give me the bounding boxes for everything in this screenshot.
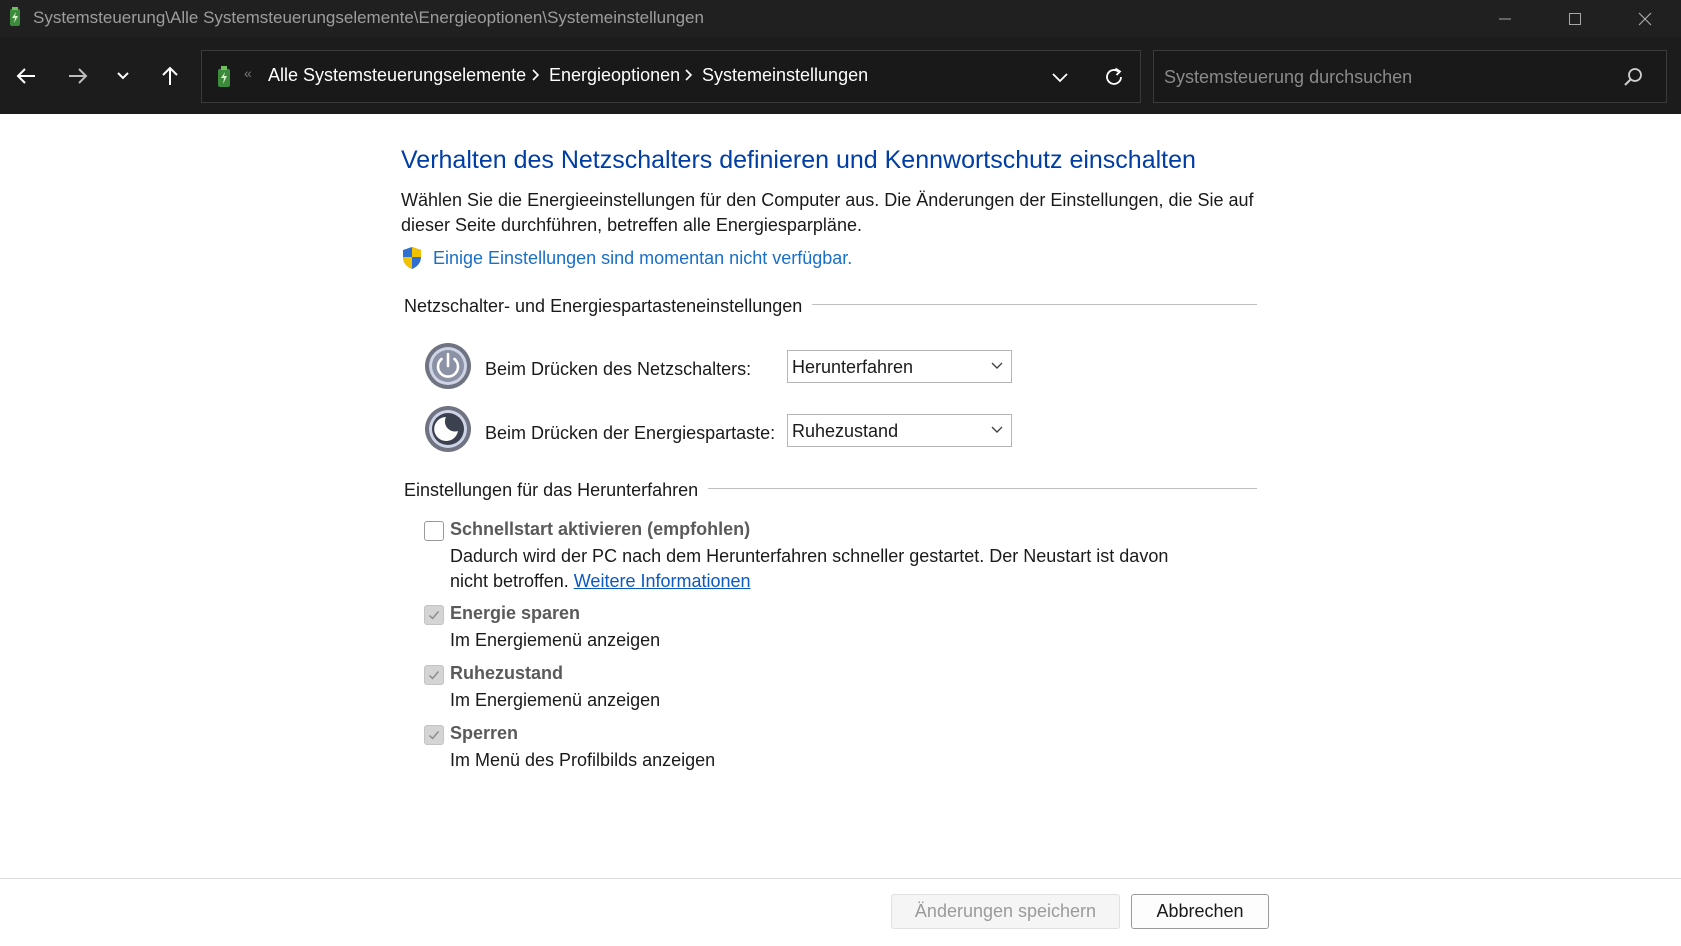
forward-button[interactable]: [59, 57, 97, 95]
app-icon: [10, 7, 20, 26]
footer-divider: [0, 878, 1681, 879]
fast-startup-description-text: Dadurch wird der PC nach dem Herunterfah…: [450, 546, 1169, 591]
power-button-label: Beim Drücken des Netzschalters:: [485, 359, 752, 379]
sleep-icon: [425, 406, 471, 452]
maximize-icon: [1569, 12, 1581, 25]
more-information-link[interactable]: Weitere Informationen: [574, 571, 751, 591]
sleep-menu-description: Im Energiemenü anzeigen: [450, 630, 661, 650]
breadcrumb-all-items[interactable]: Alle Systemsteuerungselemente: [268, 65, 526, 86]
chevron-down-icon: [991, 362, 1003, 369]
sleep-menu-checkbox[interactable]: [424, 605, 444, 625]
checkmark-icon: [429, 611, 440, 620]
hibernate-menu-label: Ruhezustand: [450, 663, 564, 683]
address-history-dropdown[interactable]: [1045, 63, 1075, 91]
chevron-down-icon: [991, 426, 1003, 433]
maximize-button[interactable]: [1540, 0, 1610, 37]
power-icon: [425, 343, 471, 389]
control-panel-icon: [218, 66, 230, 87]
close-button[interactable]: [1610, 0, 1680, 37]
unavailable-settings-link[interactable]: Einige Einstellungen sind momentan nicht…: [433, 248, 852, 269]
checkmark-icon: [429, 731, 440, 740]
chevron-down-icon: [117, 72, 129, 80]
fast-startup-checkbox[interactable]: [424, 521, 444, 541]
refresh-icon: [1106, 67, 1122, 85]
lock-menu-checkbox[interactable]: [424, 725, 444, 745]
search-icon[interactable]: [1621, 65, 1645, 89]
lock-menu-description: Im Menü des Profilbilds anzeigen: [450, 750, 716, 770]
navigation-bar: « Alle Systemsteuerungselemente Energieo…: [0, 37, 1681, 114]
sleep-button-action-value: Ruhezustand: [792, 421, 899, 441]
cancel-button[interactable]: Abbrechen: [1131, 894, 1269, 929]
minimize-button[interactable]: [1470, 0, 1540, 37]
close-icon: [1638, 12, 1652, 25]
main-content: Verhalten des Netzschalters definieren u…: [0, 114, 1681, 946]
page-title: Verhalten des Netzschalters definieren u…: [401, 146, 1196, 174]
breadcrumb-system-settings[interactable]: Systemeinstellungen: [702, 65, 868, 86]
address-bar[interactable]: « Alle Systemsteuerungselemente Energieo…: [201, 50, 1141, 103]
back-arrow-icon: [16, 68, 35, 84]
hibernate-menu-checkbox[interactable]: [424, 665, 444, 685]
up-arrow-icon: [162, 66, 178, 85]
power-button-action-select[interactable]: Herunterfahren: [787, 350, 1012, 383]
recent-locations-button[interactable]: [104, 57, 142, 95]
page-description: Wählen Sie die Energieeinstellungen für …: [401, 190, 1254, 235]
breadcrumb-separator-icon[interactable]: [683, 68, 693, 82]
back-button[interactable]: [7, 57, 45, 95]
section-title-power-buttons: Netzschalter- und Energiespartasteneinst…: [404, 296, 813, 317]
uac-shield-icon: [403, 247, 421, 269]
lock-menu-label: Sperren: [450, 723, 519, 743]
section-title-shutdown: Einstellungen für das Herunterfahren: [404, 480, 709, 501]
checkmark-icon: [429, 671, 440, 680]
power-button-action-value: Herunterfahren: [792, 357, 914, 377]
title-bar: Systemsteuerung\Alle Systemsteuerungsele…: [0, 0, 1681, 37]
breadcrumb-separator-icon[interactable]: [530, 68, 540, 82]
search-input[interactable]: [1164, 63, 1604, 91]
forward-arrow-icon: [69, 68, 88, 84]
fast-startup-description: Dadurch wird der PC nach dem Herunterfah…: [450, 544, 1210, 594]
minimize-icon: [1499, 18, 1511, 19]
breadcrumb-power-options[interactable]: Energieoptionen: [549, 65, 680, 86]
window-title: Systemsteuerung\Alle Systemsteuerungsele…: [33, 8, 704, 27]
save-changes-button[interactable]: Änderungen speichern: [891, 894, 1120, 929]
chevron-down-icon: [1052, 72, 1068, 82]
sleep-button-label: Beim Drücken der Energiespartaste:: [485, 423, 776, 443]
search-box[interactable]: [1153, 50, 1667, 103]
overflow-chevron-icon[interactable]: «: [244, 65, 252, 81]
up-button[interactable]: [151, 57, 189, 95]
refresh-button[interactable]: [1099, 63, 1129, 91]
fast-startup-label: Schnellstart aktivieren (empfohlen): [450, 519, 751, 539]
hibernate-menu-description: Im Energiemenü anzeigen: [450, 690, 661, 710]
sleep-menu-label: Energie sparen: [450, 603, 581, 623]
sleep-button-action-select[interactable]: Ruhezustand: [787, 414, 1012, 447]
